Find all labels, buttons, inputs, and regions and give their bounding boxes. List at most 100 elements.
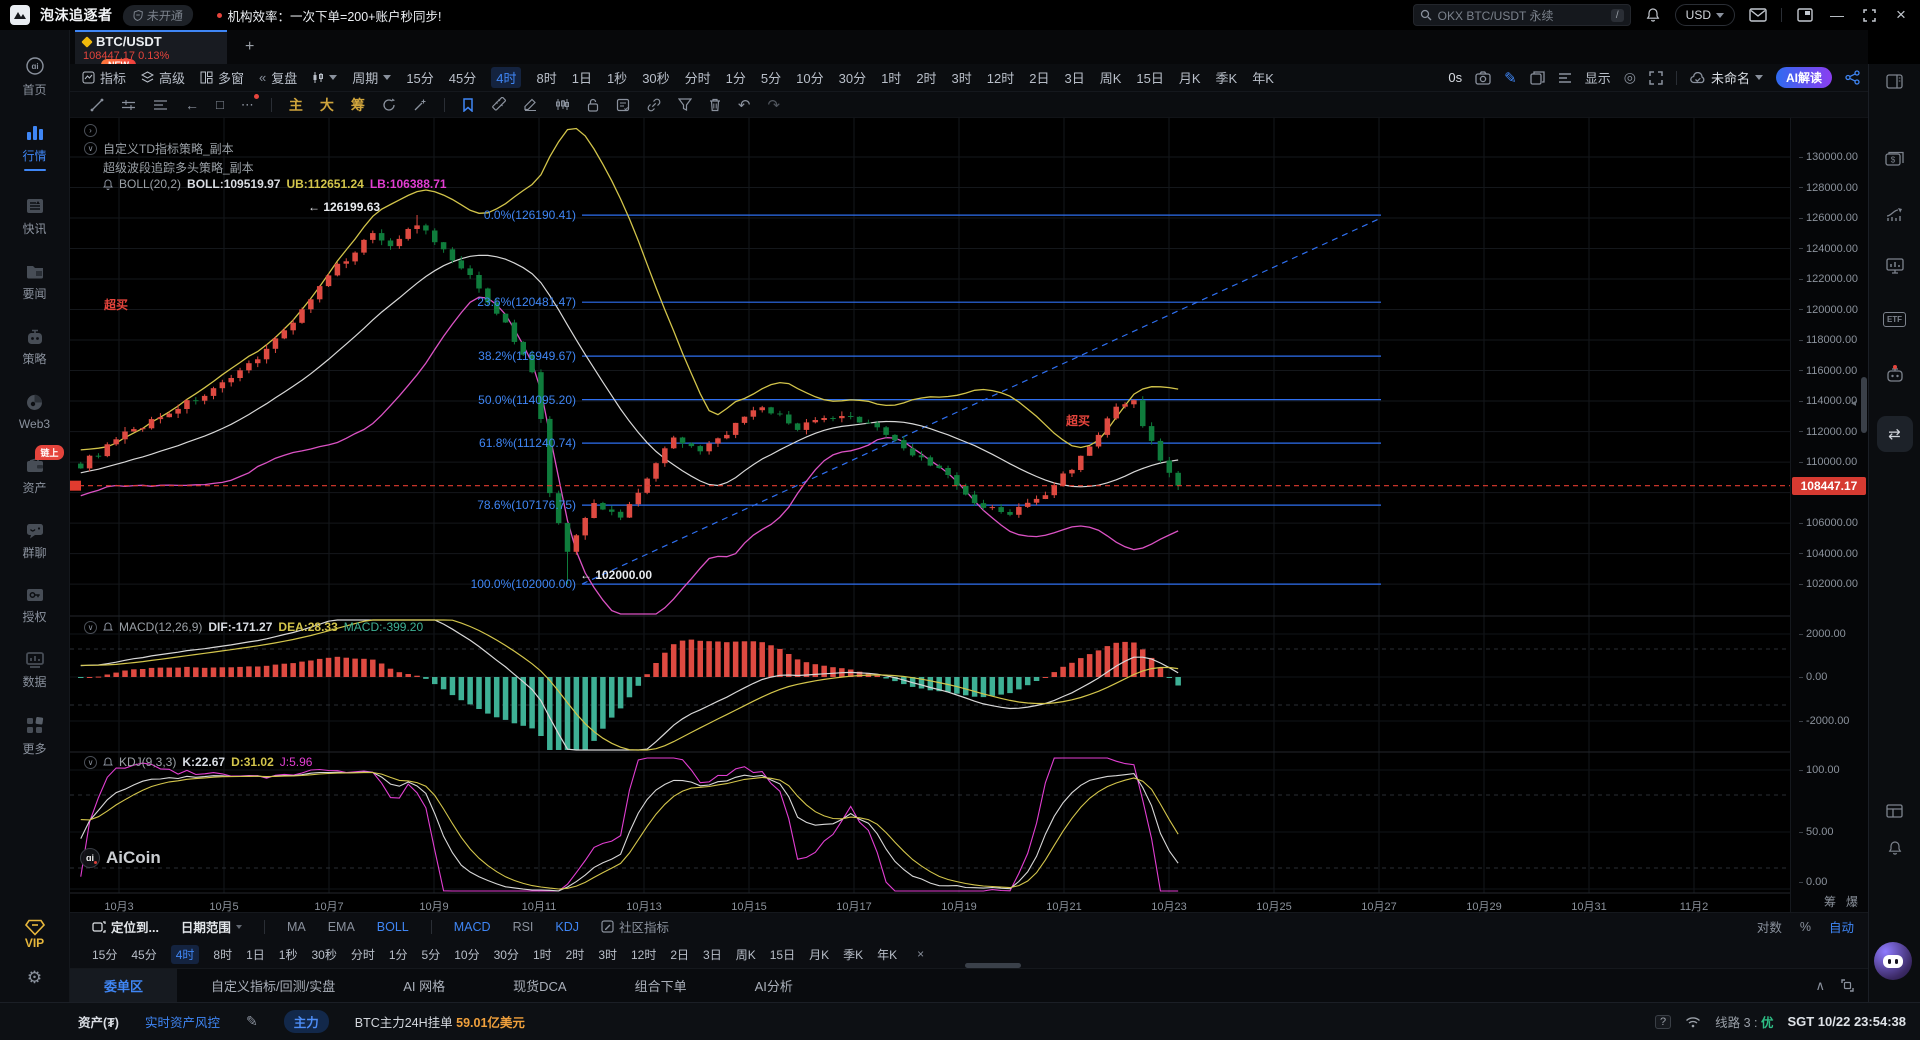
- scale-toggle-对数[interactable]: 对数: [1757, 917, 1782, 936]
- display-menu[interactable]: 显示: [1585, 68, 1611, 87]
- axis-scrollbar[interactable]: [1861, 377, 1867, 433]
- settings-gear-icon[interactable]: ⚙: [27, 968, 42, 988]
- asset-label[interactable]: 资产(₮): [78, 1012, 119, 1031]
- strategy-robot-icon[interactable]: [1886, 367, 1904, 382]
- timeframe-3日[interactable]: 3日: [703, 946, 722, 963]
- sidebar-item-headlines[interactable]: 要闻: [0, 263, 70, 302]
- chip-corner-label[interactable]: 筹: [1824, 893, 1836, 910]
- timeframe-2时[interactable]: 2时: [566, 946, 585, 963]
- timeframe-2日[interactable]: 2日: [670, 946, 689, 963]
- timeframe-2日[interactable]: 2日: [1029, 68, 1049, 87]
- close-timeframe-row-icon[interactable]: ×: [917, 947, 924, 961]
- advanced-button[interactable]: 高级: [141, 68, 185, 87]
- axis-collapse-icon[interactable]: ◂: [1851, 398, 1856, 409]
- sidebar-item-wallet[interactable]: 资产链上: [0, 457, 70, 496]
- horizontal-scrollbar[interactable]: [965, 963, 1021, 968]
- timeframe-1秒[interactable]: 1秒: [607, 68, 627, 87]
- anchor-link-tool-icon[interactable]: [647, 98, 661, 112]
- timeframe-周K[interactable]: 周K: [1100, 68, 1122, 87]
- panel-layout-icon[interactable]: [1886, 74, 1903, 89]
- timeframe-1日[interactable]: 1日: [572, 68, 592, 87]
- target-icon[interactable]: ◎: [1624, 69, 1636, 86]
- main-force-tool[interactable]: 主: [289, 95, 303, 115]
- list-settings-icon[interactable]: [1558, 72, 1572, 84]
- maximize-button[interactable]: [1860, 6, 1878, 24]
- indicator-toggle-RSI[interactable]: RSI: [513, 920, 534, 934]
- undo-icon[interactable]: ↶: [738, 96, 751, 114]
- timeframe-分时[interactable]: 分时: [351, 946, 375, 963]
- fullscreen-icon[interactable]: [1649, 71, 1663, 85]
- refresh-tool-icon[interactable]: [382, 98, 396, 112]
- locate-button[interactable]: 定位到...: [92, 917, 159, 936]
- swap-panel-button[interactable]: ⇄: [1877, 416, 1913, 452]
- timeframe-4时[interactable]: 4时: [171, 945, 200, 964]
- sidebar-item-web3-pie[interactable]: Web3: [0, 393, 70, 431]
- alarm-bell-icon[interactable]: [1887, 840, 1903, 856]
- overlay-toggle-MA[interactable]: MA: [287, 920, 306, 934]
- timeframe-15日[interactable]: 15日: [770, 946, 795, 963]
- timeframe-45分[interactable]: 45分: [449, 68, 476, 87]
- timeframe-45分[interactable]: 45分: [131, 946, 156, 963]
- account-status-badge[interactable]: 未开通: [121, 5, 193, 26]
- timeframe-10分[interactable]: 10分: [454, 946, 479, 963]
- timeframe-1时[interactable]: 1时: [533, 946, 552, 963]
- pattern-tool-icon[interactable]: [555, 98, 570, 111]
- timeframe-分时[interactable]: 分时: [685, 68, 711, 87]
- bottom-tab-委单区[interactable]: 委单区: [70, 969, 177, 1002]
- trash-tool-icon[interactable]: [709, 98, 721, 112]
- overlay-toggle-BOLL[interactable]: BOLL: [377, 920, 409, 934]
- chip-tool[interactable]: 筹: [351, 95, 365, 115]
- bottom-tab-AI 网格[interactable]: AI 网格: [369, 969, 479, 1002]
- large-order-tool[interactable]: 大: [320, 95, 334, 115]
- liquidation-corner-label[interactable]: 爆: [1846, 893, 1858, 910]
- timeframe-周K[interactable]: 周K: [736, 946, 756, 963]
- sidebar-item-vip[interactable]: VIP: [25, 919, 45, 950]
- timeframe-1时[interactable]: 1时: [881, 68, 901, 87]
- filter-tool-icon[interactable]: [678, 98, 692, 111]
- symbol-tab-active[interactable]: BTC/USDT 108447.17 0.13% NEW: [75, 30, 227, 64]
- ai-analyze-button[interactable]: AI解读: [1776, 67, 1832, 88]
- bottom-tab-自定义指标/回测/实盘[interactable]: 自定义指标/回测/实盘: [177, 969, 369, 1002]
- timeframe-年K[interactable]: 年K: [877, 946, 897, 963]
- bottom-tab-组合下单[interactable]: 组合下单: [601, 969, 721, 1002]
- timeframe-1日[interactable]: 1日: [246, 946, 265, 963]
- layout-split-icon[interactable]: [1886, 804, 1903, 818]
- signature-tool-icon[interactable]: [523, 98, 538, 111]
- timeframe-1分[interactable]: 1分: [726, 68, 746, 87]
- pip-window-icon[interactable]: [1796, 6, 1814, 24]
- popout-panel-icon[interactable]: [1841, 979, 1854, 992]
- add-tab-button[interactable]: +: [245, 38, 254, 56]
- timeframe-3时[interactable]: 3时: [598, 946, 617, 963]
- bottom-tab-现货DCA[interactable]: 现货DCA: [479, 969, 600, 1002]
- timeframe-3时[interactable]: 3时: [952, 68, 972, 87]
- timeframe-月K[interactable]: 月K: [809, 946, 829, 963]
- search-input[interactable]: OKX BTC/USDT 永续 /: [1413, 4, 1631, 26]
- scale-toggle-自动[interactable]: 自动: [1829, 917, 1854, 936]
- multiwindow-button[interactable]: 多窗: [200, 68, 244, 87]
- bookmark-tool-icon[interactable]: [462, 98, 474, 112]
- indicator-toggle-MACD[interactable]: MACD: [454, 920, 491, 934]
- timeframe-8时[interactable]: 8时: [213, 946, 232, 963]
- timeframe-15分[interactable]: 15分: [406, 68, 433, 87]
- bottom-tab-AI分析[interactable]: AI分析: [721, 969, 827, 1002]
- sidebar-item-home-logo[interactable]: ɑi首页: [0, 56, 70, 98]
- timeframe-30秒[interactable]: 30秒: [311, 946, 336, 963]
- risk-monitor-link[interactable]: 实时资产风控: [145, 1012, 220, 1031]
- trendline-tool-icon[interactable]: [90, 98, 104, 112]
- chart-plot[interactable]: [70, 118, 1790, 912]
- funds-icon[interactable]: $: [1885, 151, 1904, 167]
- timeframe-5分[interactable]: 5分: [761, 68, 781, 87]
- timeframe-8时[interactable]: 8时: [536, 68, 556, 87]
- timeframe-1秒[interactable]: 1秒: [279, 946, 298, 963]
- timeframe-15日[interactable]: 15日: [1136, 68, 1163, 87]
- currency-select[interactable]: USD: [1675, 4, 1735, 26]
- timeframe-12时[interactable]: 12时: [631, 946, 656, 963]
- sidebar-item-key[interactable]: 授权: [0, 587, 70, 625]
- period-select[interactable]: 周期: [352, 68, 391, 87]
- edit-pencil-icon[interactable]: ✎: [246, 1013, 258, 1030]
- layout-select[interactable]: 未命名: [1690, 68, 1763, 87]
- timeframe-4时[interactable]: 4时: [491, 67, 521, 88]
- sidebar-item-data-monitor[interactable]: 数据: [0, 651, 70, 690]
- main-force-badge[interactable]: 主力: [284, 1010, 329, 1033]
- indicator-button[interactable]: 指标: [82, 68, 126, 87]
